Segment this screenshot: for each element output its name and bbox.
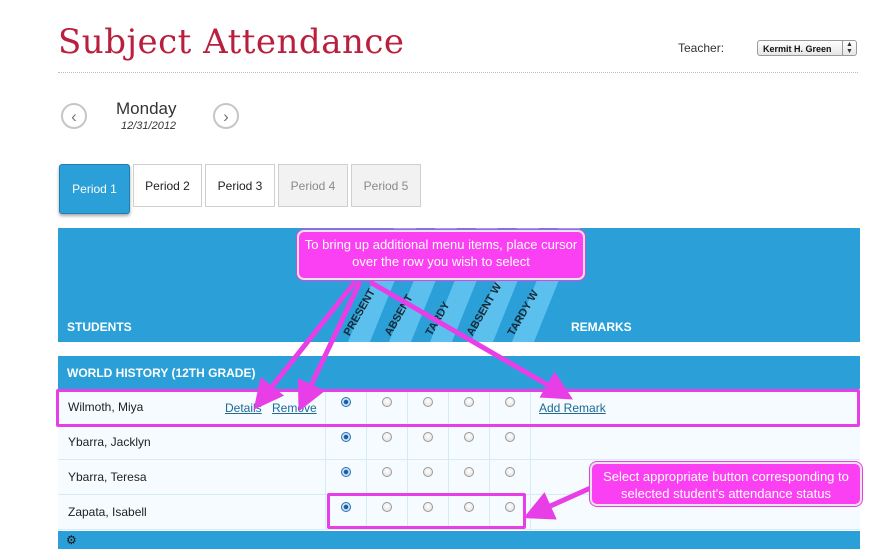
row-hover-callout: To bring up additional menu items, place… xyxy=(297,230,585,280)
status-callout: Select appropriate button corresponding … xyxy=(590,462,862,506)
